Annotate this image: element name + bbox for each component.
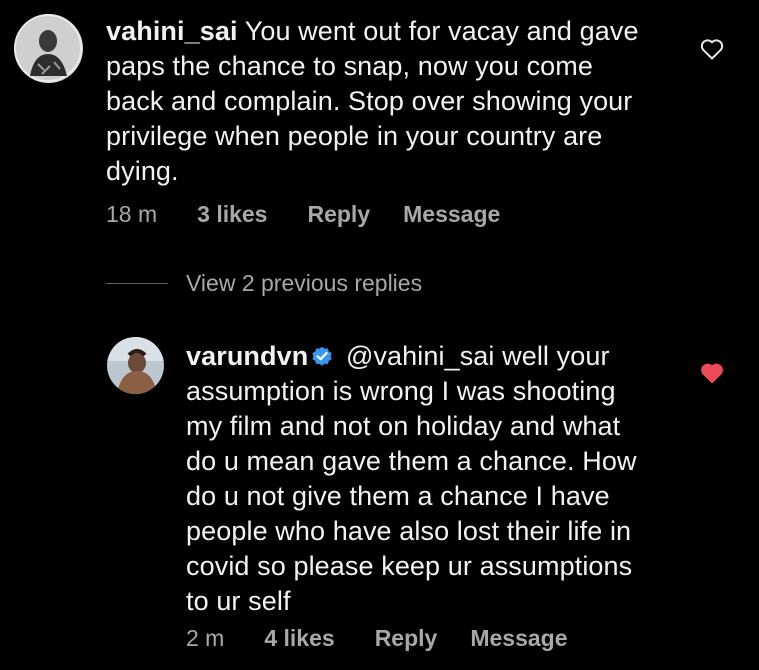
- reply-body: varundvn @vahini_sai well your assumptio…: [186, 339, 706, 619]
- reply-likes-count[interactable]: 4 likes: [264, 625, 334, 652]
- comment-line-3: back and complain. Stop over showing you…: [106, 86, 633, 116]
- comment-text-line: You went out for vacay and gave: [244, 16, 639, 46]
- reply-line-4: do u mean gave them a chance. How: [186, 446, 637, 476]
- reply-meta: 2 m 4 likes Reply Message: [186, 625, 568, 652]
- avatar-image: [107, 337, 164, 394]
- reply-text-line: @vahini_sai well your: [345, 341, 610, 371]
- comment-timestamp: 18 m: [106, 201, 158, 227]
- reply-line-5: do u not give them a chance I have: [186, 481, 610, 511]
- reply-message-button[interactable]: Message: [470, 625, 567, 652]
- reply-line-6: people who have also lost their life in: [186, 516, 632, 546]
- comment-reply-button[interactable]: Reply: [307, 201, 370, 228]
- divider-line: [106, 283, 168, 284]
- reply-line-3: my film and not on holiday and what: [186, 411, 621, 441]
- verified-badge-icon: [312, 346, 332, 366]
- avatar-varundvn[interactable]: [107, 337, 164, 394]
- avatar-vahini-sai[interactable]: [14, 14, 83, 83]
- reply-username[interactable]: varundvn: [186, 341, 308, 371]
- comment-line-2: paps the chance to snap, now you come: [106, 51, 594, 81]
- comment-line-4: privilege when people in your country ar…: [106, 121, 603, 151]
- reply-line-2: assumption is wrong I was shooting: [186, 376, 616, 406]
- reply-reply-button[interactable]: Reply: [375, 625, 438, 652]
- reply-timestamp: 2 m: [186, 625, 225, 651]
- avatar-image: [14, 14, 83, 83]
- comment-username[interactable]: vahini_sai: [106, 16, 238, 46]
- comment-meta: 18 m 3 likes Reply Message: [106, 201, 500, 228]
- view-previous-replies[interactable]: View 2 previous replies: [106, 270, 422, 297]
- reply-line-1: varundvn @vahini_sai well your: [186, 339, 706, 374]
- view-previous-replies-label: View 2 previous replies: [186, 270, 423, 296]
- heart-outline-icon[interactable]: [700, 38, 724, 65]
- reply-line-8: to ur self: [186, 586, 291, 616]
- reply-line-7: covid so please keep ur assumptions: [186, 551, 633, 581]
- comment-body: vahini_sai You went out for vacay and ga…: [106, 14, 706, 189]
- comment-line-1: vahini_sai You went out for vacay and ga…: [106, 14, 706, 49]
- comment-line-5: dying.: [106, 156, 179, 186]
- comment-likes-count[interactable]: 3 likes: [197, 201, 267, 228]
- comment-message-button[interactable]: Message: [403, 201, 500, 228]
- heart-filled-icon[interactable]: [700, 362, 724, 389]
